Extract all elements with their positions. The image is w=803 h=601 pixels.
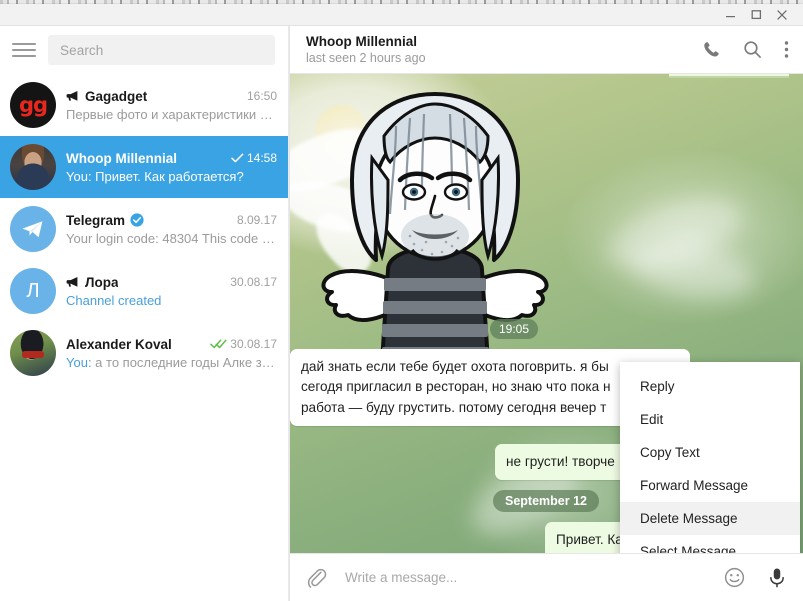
avatar bbox=[10, 206, 56, 252]
context-menu-item-label: Reply bbox=[640, 379, 675, 394]
telegram-window: Search gg Gagadget 16:50 Первые фото и х… bbox=[0, 4, 803, 601]
chat-item-preview: Channel created bbox=[66, 293, 277, 308]
context-menu-item-label: Forward Message bbox=[640, 478, 749, 493]
chat-item-time-text: 14:58 bbox=[246, 151, 277, 165]
search-placeholder: Search bbox=[60, 42, 104, 58]
channel-megaphone-icon bbox=[66, 90, 80, 102]
chat-item-time: 14:58 bbox=[231, 151, 277, 165]
context-menu-item-edit[interactable]: Edit bbox=[620, 403, 800, 436]
message-input-placeholder: Write a message... bbox=[345, 570, 458, 585]
chat-item-preview-text: Your login code: 48304 This code … bbox=[66, 230, 275, 246]
verified-badge-icon bbox=[130, 213, 144, 227]
search-input[interactable]: Search bbox=[48, 35, 275, 65]
chat-item-name: Whoop Millennial bbox=[66, 150, 177, 166]
message-text: не грусти! творче bbox=[506, 454, 615, 469]
context-menu-item-select-message[interactable]: Select Message bbox=[620, 535, 800, 553]
messages-container: 19:05 дай знать если тебе будет охота по… bbox=[290, 74, 803, 553]
emoji-smiley-icon[interactable] bbox=[724, 567, 745, 588]
chat-item-name: Лора bbox=[85, 274, 119, 290]
avatar-initials: Л bbox=[26, 279, 40, 302]
chat-message-area[interactable]: 19:05 дай знать если тебе будет охота по… bbox=[290, 74, 803, 553]
chat-item-time-text: 8.09.17 bbox=[236, 213, 277, 227]
chat-list-item-lora[interactable]: Л Лора 30.08.17 Channel created bbox=[0, 260, 289, 322]
chat-item-preview-prefix: You: bbox=[66, 354, 92, 370]
context-menu-item-label: Copy Text bbox=[640, 445, 700, 460]
chat-item-preview-text: Первые фото и характеристики … bbox=[66, 106, 273, 122]
chat-item-time: 30.08.17 bbox=[230, 275, 277, 289]
chat-item-time-text: 16:50 bbox=[246, 89, 277, 103]
message-input[interactable]: Write a message... bbox=[341, 570, 710, 585]
partially-visible-message-bubble[interactable] bbox=[669, 74, 789, 78]
avatar-initials: gg bbox=[18, 92, 48, 117]
chat-item-name: Gagadget bbox=[85, 88, 148, 104]
channel-megaphone-icon bbox=[66, 276, 80, 288]
context-menu-item-delete-message[interactable]: Delete Message bbox=[620, 502, 800, 535]
chat-header: Whoop Millennial last seen 2 hours ago bbox=[290, 26, 803, 74]
chat-item-time: 30.08.17 bbox=[210, 337, 277, 351]
chat-item-time: 16:50 bbox=[247, 89, 277, 103]
avatar: Л bbox=[10, 268, 56, 314]
message-context-menu[interactable]: Reply Edit Copy Text Forward Message Del bbox=[620, 362, 800, 553]
chat-item-name: Telegram bbox=[66, 212, 126, 228]
chat-item-preview: You: а то последние годы Алке з… bbox=[66, 355, 277, 370]
close-button[interactable] bbox=[769, 5, 795, 25]
avatar bbox=[10, 144, 56, 190]
chat-item-preview-text: Привет. Как работается? bbox=[91, 168, 244, 184]
minimize-button[interactable] bbox=[717, 5, 743, 25]
chat-status: last seen 2 hours ago bbox=[306, 51, 426, 65]
date-separator: September 12 bbox=[493, 490, 599, 512]
call-icon[interactable] bbox=[702, 40, 721, 59]
search-icon[interactable] bbox=[743, 40, 762, 59]
chat-item-name: Alexander Koval bbox=[66, 336, 172, 352]
context-menu-item-label: Select Message bbox=[640, 544, 737, 553]
chat-item-preview: Your login code: 48304 This code … bbox=[66, 231, 277, 246]
chat-list[interactable]: gg Gagadget 16:50 Первые фото и характер… bbox=[0, 74, 289, 601]
chat-list-item-whoop-millennial[interactable]: Whoop Millennial 14:58 You: Привет. Как … bbox=[0, 136, 289, 198]
avatar: gg bbox=[10, 82, 56, 128]
chat-list-item-gagadget[interactable]: gg Gagadget 16:50 Первые фото и характер… bbox=[0, 74, 289, 136]
chat-item-preview-prefix: You: bbox=[66, 168, 92, 184]
chat-item-time: 8.09.17 bbox=[237, 213, 277, 227]
context-menu-item-reply[interactable]: Reply bbox=[620, 370, 800, 403]
chat-item-preview: Первые фото и характеристики … bbox=[66, 107, 277, 122]
context-menu-item-copy-text[interactable]: Copy Text bbox=[620, 436, 800, 469]
chat-pane: Whoop Millennial last seen 2 hours ago 1… bbox=[290, 26, 803, 601]
chat-item-preview: You: Привет. Как работается? bbox=[66, 169, 277, 184]
chat-list-item-telegram[interactable]: Telegram 8.09.17 Your login code: 48304 … bbox=[0, 198, 289, 260]
chat-item-preview-text: а то последние годы Алке з… bbox=[91, 354, 275, 370]
sidebar: Search gg Gagadget 16:50 Первые фото и х… bbox=[0, 26, 290, 601]
chat-item-time-text: 30.08.17 bbox=[230, 275, 277, 289]
telegram-plane-icon bbox=[22, 221, 43, 238]
sidebar-search-row: Search bbox=[0, 26, 289, 74]
message-composer: Write a message... bbox=[290, 553, 803, 601]
double-check-icon bbox=[210, 339, 227, 349]
paperclip-icon[interactable] bbox=[306, 567, 327, 588]
maximize-button[interactable] bbox=[743, 5, 769, 25]
chat-item-preview-text: Channel created bbox=[66, 292, 162, 308]
message-text: дай знать если тебе будет охота поговрит… bbox=[301, 359, 611, 415]
avatar bbox=[10, 330, 56, 376]
date-separator-text: September 12 bbox=[505, 494, 587, 508]
chat-item-time-text: 30.08.17 bbox=[230, 337, 277, 351]
context-menu-item-forward-message[interactable]: Forward Message bbox=[620, 469, 800, 502]
chat-title: Whoop Millennial bbox=[306, 34, 417, 49]
context-menu-item-label: Delete Message bbox=[640, 511, 738, 526]
message-time-pill: 19:05 bbox=[490, 319, 539, 339]
more-options-icon[interactable] bbox=[784, 40, 789, 59]
message-time-text: 19:05 bbox=[499, 322, 530, 336]
hamburger-menu-icon[interactable] bbox=[12, 38, 36, 62]
sidebar-divider bbox=[288, 26, 289, 601]
single-check-icon bbox=[231, 153, 244, 163]
microphone-icon[interactable] bbox=[767, 567, 787, 588]
window-titlebar bbox=[0, 4, 803, 26]
chat-list-item-alexander-koval[interactable]: Alexander Koval 30.08.17 You: а то после… bbox=[0, 322, 289, 384]
context-menu-item-label: Edit bbox=[640, 412, 664, 427]
